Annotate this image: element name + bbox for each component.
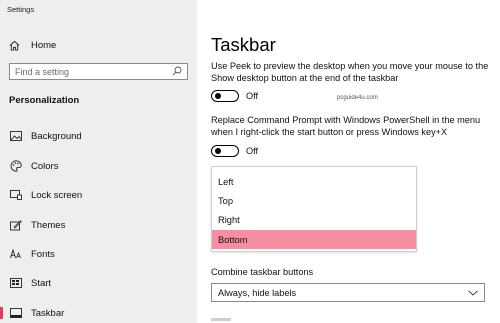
combine-buttons-label: Combine taskbar buttons [211,267,314,277]
sidebar-item-label: Themes [31,219,66,231]
sidebar-item-label: Colors [31,160,59,172]
powershell-toggle-row: Off [211,145,258,157]
page-title: Taskbar [211,34,276,55]
palette-icon [9,160,23,172]
sidebar-item-lock-screen[interactable]: Lock screen [0,186,197,204]
dropdown-option-top[interactable]: Top [212,191,416,210]
lock-screen-icon [9,190,23,200]
peek-toggle-row: Off [211,90,258,102]
sidebar: Settings Home Personalization Background… [0,0,197,323]
sidebar-item-label: Fonts [31,248,55,260]
peek-toggle[interactable] [211,90,239,102]
sidebar-item-label: Background [31,130,82,142]
powershell-toggle-state: Off [246,146,259,156]
sidebar-item-start[interactable]: Start [0,274,197,292]
dropdown-option-bottom[interactable]: Bottom [212,230,416,249]
image-icon [9,131,23,141]
powershell-toggle[interactable] [211,145,239,157]
taskbar-icon [9,308,23,318]
taskbar-location-dropdown[interactable]: Left Top Right Bottom [211,166,417,252]
start-icon [9,278,23,288]
powershell-description: Replace Command Prompt with Windows Powe… [211,115,481,137]
clipped-content [211,318,231,321]
home-icon [9,40,23,51]
watermark: pcguide4u.com [337,95,378,101]
toggle-knob [215,148,221,154]
peek-toggle-state: Off [246,91,259,101]
app-title: Settings [7,5,35,14]
sidebar-item-label: Start [31,277,52,289]
sidebar-item-taskbar[interactable]: Taskbar [0,304,197,322]
peek-description: Use Peek to preview the desktop when you… [211,61,489,83]
home-label: Home [31,39,57,51]
sidebar-item-fonts[interactable]: Fonts [0,245,197,263]
search-icon[interactable] [172,63,182,81]
themes-icon [9,219,23,231]
sidebar-item-background[interactable]: Background [0,127,197,145]
search-input[interactable] [15,66,165,77]
toggle-knob [215,93,221,99]
sidebar-item-label: Taskbar [31,307,65,319]
combine-buttons-value: Always, hide labels [218,287,297,298]
search-box[interactable] [9,63,188,80]
section-header: Personalization [9,95,80,106]
dropdown-option-left[interactable]: Left [212,172,416,191]
chevron-down-icon [468,288,478,298]
fonts-icon [9,249,23,259]
home-nav-item[interactable]: Home [9,38,56,52]
sidebar-item-colors[interactable]: Colors [0,157,197,175]
dropdown-option-right[interactable]: Right [212,210,416,229]
main-content: Taskbar Use Peek to preview the desktop … [197,0,500,323]
sidebar-item-themes[interactable]: Themes [0,216,197,234]
combine-buttons-select[interactable]: Always, hide labels [211,283,485,302]
sidebar-item-label: Lock screen [31,189,83,201]
